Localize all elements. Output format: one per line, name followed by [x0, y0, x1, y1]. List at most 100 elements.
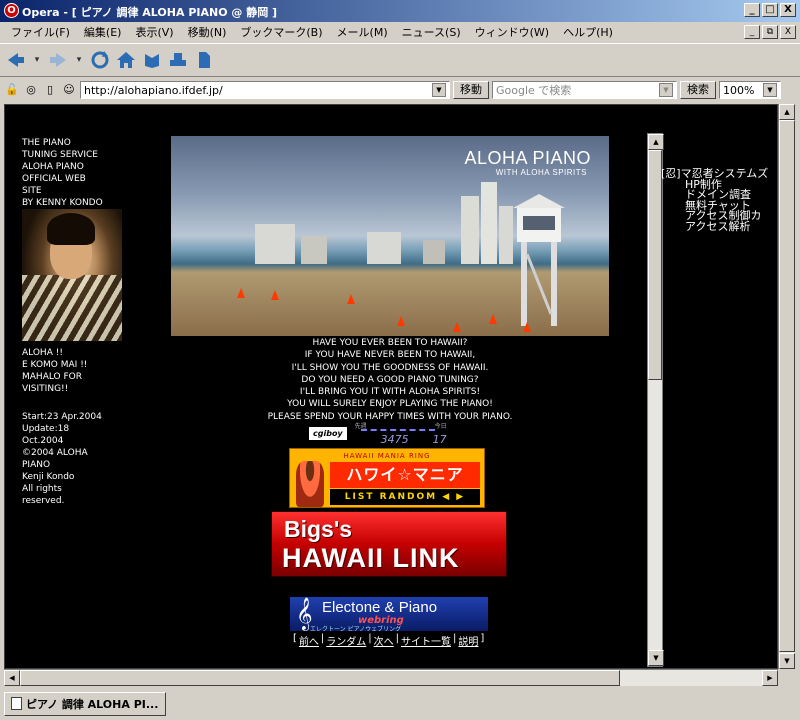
intro-line: BY KENNY KONDO [22, 198, 103, 208]
horizontal-scrollbar[interactable]: ◀ ▶ [4, 669, 778, 686]
content-scroll-up-icon[interactable]: ▲ [648, 134, 664, 150]
electone-piano-webring-banner[interactable]: 𝄞 Electone & Piano webring エレクトーン ピアノウェブ… [289, 596, 489, 632]
greeting-text: ALOHA !! E KOMO MAI !! MAHALO FOR VISITI… [22, 347, 130, 395]
menu-mail[interactable]: メール(M) [330, 24, 395, 40]
minimize-button[interactable]: _ [744, 3, 760, 17]
bigs-title: Bigs's [284, 516, 353, 542]
back-icon[interactable] [6, 50, 26, 70]
message-line: DO YOU NEED A GOOD PIANO TUNING? [301, 374, 479, 385]
mdi-restore-button[interactable]: ⧉ [762, 25, 778, 39]
url-input[interactable]: http://alohapiano.ifdef.jp/ ▼ [80, 81, 450, 99]
menu-view[interactable]: 表示(V) [128, 24, 180, 40]
maximize-button[interactable]: □ [762, 3, 778, 17]
counter-meter: 先週 今日 3475 17 [351, 421, 451, 446]
webring-nav: [ 前へ | ランダム | 次へ | サイト一覧 | 説明 ] [293, 633, 484, 648]
hscroll-thumb[interactable] [20, 670, 620, 686]
webring-random-link[interactable]: ランダム [326, 633, 366, 648]
menu-navigate[interactable]: 移動(N) [181, 24, 234, 40]
info-line: reserved. [22, 496, 65, 506]
forward-icon[interactable] [48, 50, 68, 70]
mdi-minimize-button[interactable]: _ [744, 25, 760, 39]
close-button[interactable]: X [780, 3, 796, 17]
webring-sep: | [453, 633, 457, 644]
counter-label-today: 今日 [434, 423, 447, 430]
scroll-right-icon[interactable]: ▶ [762, 670, 778, 686]
left-sidebar: THE PIANO TUNING SERVICE ALOHA PIANO OFF… [22, 137, 130, 519]
cgiboy-logo[interactable]: cgiboy [309, 426, 347, 440]
page-tab-label: ピアノ 調律 ALOHA PI... [26, 697, 159, 711]
go-button[interactable]: 移動 [453, 81, 489, 99]
bigs-hawaii-link-banner[interactable]: Bigs's HAWAII LINK [271, 511, 507, 577]
webring-next-link[interactable]: 次へ [374, 633, 394, 648]
hero-title: ALOHA PIANO [464, 148, 591, 168]
menu-bookmarks[interactable]: ブックマーク(B) [233, 24, 329, 40]
document-icon[interactable]: ▯ [42, 82, 58, 98]
forward-dropdown-icon[interactable]: ▾ [74, 50, 84, 70]
info-line: ©2004 ALOHA [22, 448, 88, 458]
info-line: Kenji Kondo [22, 472, 75, 482]
webring-about-link[interactable]: 説明 [458, 633, 478, 648]
bracket-close: ] [480, 633, 485, 644]
bookmarks-icon[interactable] [142, 50, 162, 70]
address-toolbar: 🔓 ◎ ▯ ☺ http://alohapiano.ifdef.jp/ ▼ 移動… [0, 78, 800, 102]
url-dropdown-icon[interactable]: ▼ [432, 83, 446, 97]
mdi-close-button[interactable]: X [780, 25, 796, 39]
menu-news[interactable]: ニュース(S) [395, 24, 468, 40]
mania-nav[interactable]: LIST RANDOM ◀ ▶ [330, 489, 480, 505]
page-viewport[interactable]: THE PIANO TUNING SERVICE ALOHA PIANO OFF… [4, 104, 778, 669]
info-line: Start:23 Apr.2004 [22, 412, 102, 422]
scroll-up-icon[interactable]: ▲ [779, 104, 795, 120]
intro-line: TUNING SERVICE [22, 150, 98, 160]
zoom-dropdown-icon[interactable]: ▼ [763, 83, 777, 97]
electone-caption: エレクトーン ピアノウェブリング [310, 626, 402, 632]
home-icon[interactable] [116, 50, 136, 70]
menu-window[interactable]: ウィンドウ(W) [468, 24, 556, 40]
access-counter[interactable]: cgiboy 先週 今日 3475 17 [309, 421, 451, 446]
menu-edit[interactable]: 編集(E) [77, 24, 129, 40]
welcome-message: HAVE YOU EVER BEEN TO HAWAII? IF YOU HAV… [171, 337, 609, 423]
menu-help[interactable]: ヘルプ(H) [556, 24, 620, 40]
message-line: I'LL BRING YOU IT WITH ALOHA SPIRITS! [299, 387, 481, 398]
content-scroll-down-icon[interactable]: ▼ [648, 650, 664, 666]
hero-banner: ALOHA PIANO WITH ALOHA SPIRITS [171, 136, 609, 336]
bigs-subtitle: HAWAII LINK [282, 543, 460, 573]
content-scroll-thumb[interactable] [648, 150, 662, 380]
window-title: Opera - [ ピアノ 調律 ALOHA PIANO @ 静岡 ] [22, 6, 278, 19]
ninja-menu: [忍]マ忍者システムズ HP制作 ドメイン調査 無料チャット アクセス制御カ ア… [661, 168, 768, 233]
cookie-icon[interactable]: ◎ [23, 82, 39, 98]
url-text: http://alohapiano.ifdef.jp/ [84, 83, 223, 97]
info-line: All rights [22, 484, 62, 494]
window-title-bar[interactable]: O Opera - [ ピアノ 調律 ALOHA PIANO @ 静岡 ] _ … [0, 0, 800, 22]
lifeguard-tower-icon [513, 194, 565, 326]
search-input[interactable]: Google で検索 ▼ [492, 81, 677, 99]
page-icon[interactable] [194, 50, 214, 70]
info-line: Oct.2004 [22, 436, 64, 446]
print-icon[interactable] [168, 50, 188, 70]
menu-file[interactable]: ファイル(F) [4, 24, 77, 40]
search-button[interactable]: 検索 [680, 81, 716, 99]
vertical-scrollbar[interactable]: ▲ ▼ [778, 104, 795, 669]
hero-subtitle: WITH ALOHA SPIRITS [495, 168, 587, 177]
page-tab[interactable]: ピアノ 調律 ALOHA PI... [4, 691, 166, 716]
webring-sep: | [395, 633, 400, 644]
scroll-thumb[interactable] [779, 120, 795, 652]
message-line: YOU WILL SURELY ENJOY PLAYING THE PIANO! [287, 399, 493, 410]
mania-title: ハワイ☆マニア [330, 462, 480, 488]
back-dropdown-icon[interactable]: ▾ [32, 50, 42, 70]
tab-bar: ピアノ 調律 ALOHA PI... [0, 687, 800, 720]
webring-prev-link[interactable]: 前へ [299, 633, 319, 648]
counter-week: 3475 [380, 433, 409, 446]
scroll-down-icon[interactable]: ▼ [779, 653, 795, 669]
counter-today: 17 [432, 433, 447, 446]
search-dropdown-icon[interactable]: ▼ [659, 83, 673, 97]
hawaii-mania-ring-banner[interactable]: HAWAII MANIA RING ハワイ☆マニア LIST RANDOM ◀ … [289, 448, 485, 508]
scroll-left-icon[interactable]: ◀ [4, 670, 20, 686]
user-icon[interactable]: ☺ [61, 82, 77, 98]
ninja-item[interactable]: アクセス解析 [661, 221, 768, 233]
reload-icon[interactable] [90, 50, 110, 70]
zoom-select[interactable]: 100% ▼ [719, 81, 781, 99]
webring-list-link[interactable]: サイト一覧 [401, 633, 451, 648]
message-line: IF YOU HAVE NEVER BEEN TO HAWAII, [304, 350, 476, 361]
security-lock-icon[interactable]: 🔓 [4, 82, 20, 98]
greeting-line: E KOMO MAI !! [22, 360, 88, 370]
